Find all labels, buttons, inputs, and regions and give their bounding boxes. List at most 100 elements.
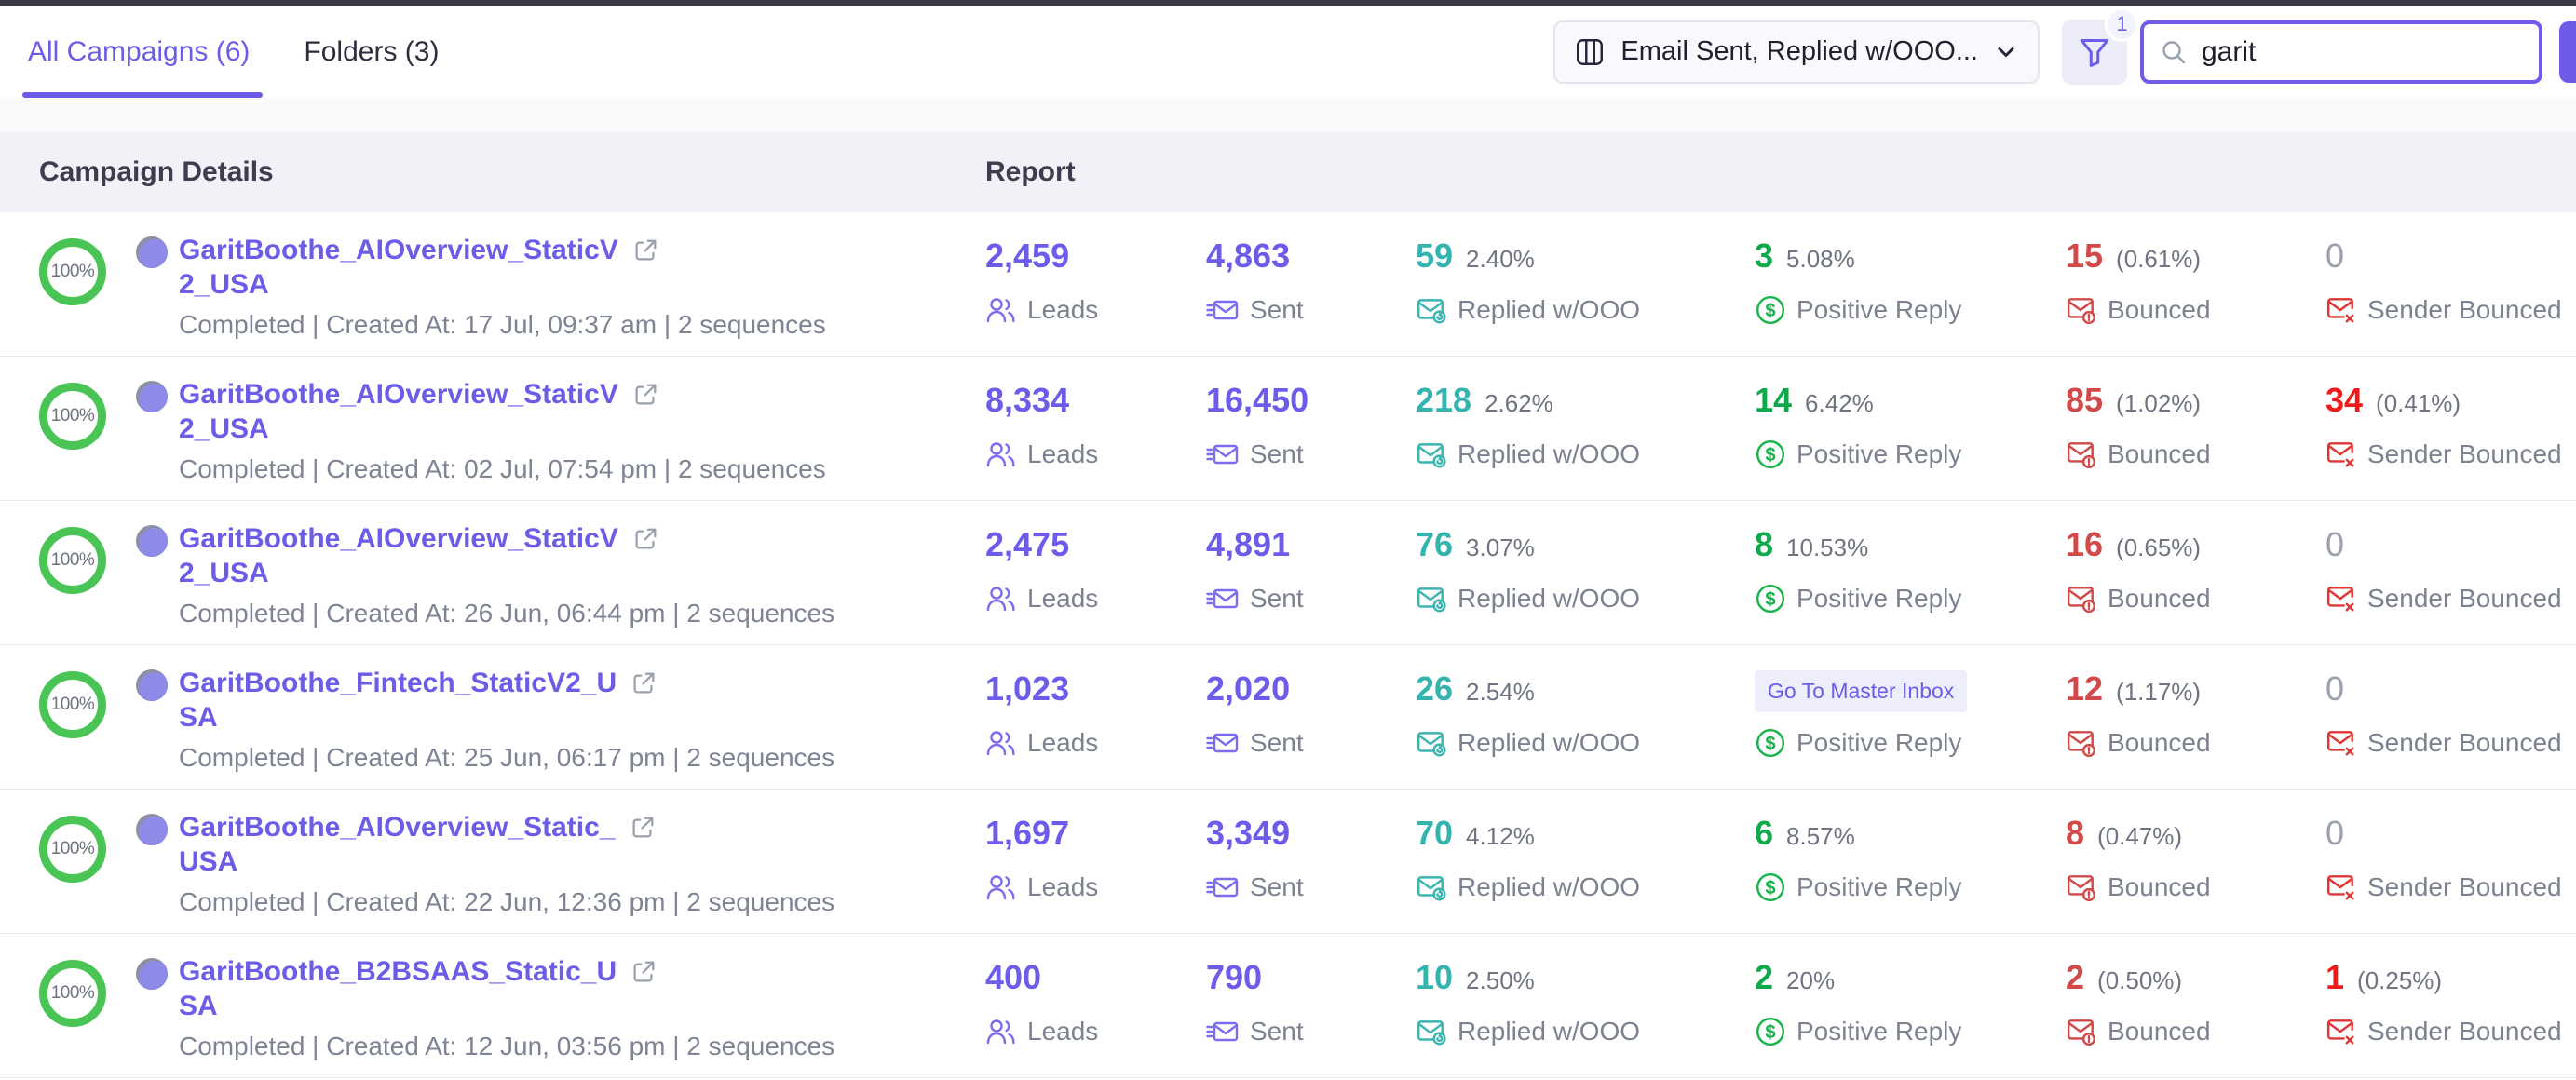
external-link-icon[interactable] (631, 381, 659, 409)
bounced-envelope-icon (2066, 727, 2097, 759)
bounced-envelope-icon (2066, 871, 2097, 903)
leads-count: 8,334 (985, 381, 1069, 420)
metric-sent: 4,891 Sent (1206, 525, 1416, 644)
external-link-icon[interactable] (629, 814, 657, 842)
replied-count: 59 (1416, 236, 1453, 276)
leads-count: 1,023 (985, 669, 1069, 709)
table-row[interactable]: 100% GaritBoothe_B2BSAAS_Static_U SA (0, 934, 2576, 1078)
sender-bounced-envelope-icon (2325, 727, 2357, 759)
table-row[interactable]: 100% GaritBoothe_AIOverview_StaticV 2_U (0, 212, 2576, 357)
campaign-name-link[interactable]: GaritBoothe_Fintech_StaticV2_U (179, 666, 617, 700)
svg-text:$: $ (1765, 589, 1775, 610)
columns-dropdown[interactable]: Email Sent, Replied w/OOO... (1553, 20, 2040, 84)
sender-bounced-envelope-icon (2325, 1016, 2357, 1047)
replied-count: 218 (1416, 381, 1471, 420)
sent-label: Sent (1250, 439, 1304, 469)
external-link-icon[interactable] (631, 525, 659, 553)
leads-icon (985, 1016, 1017, 1047)
metric-sent: 3,349 Sent (1206, 814, 1416, 933)
campaign-name-link-line2[interactable]: SA (179, 700, 218, 735)
campaign-name-link[interactable]: GaritBoothe_AIOverview_StaticV (179, 377, 618, 412)
progress-value: 100% (51, 695, 95, 715)
table-row[interactable]: 100% GaritBoothe_Fintech_StaticV2_U SA (0, 645, 2576, 790)
right-edge-button[interactable] (2559, 21, 2576, 83)
metric-positive-reply: 6 8.57% $ Positive Reply (1755, 814, 2066, 933)
campaign-name-link-line2[interactable]: SA (179, 989, 218, 1023)
campaign-name-link-line2[interactable]: 2_USA (179, 267, 269, 302)
replied-envelope-icon (1416, 1016, 1447, 1047)
external-link-icon[interactable] (630, 958, 658, 986)
tab-folders[interactable]: Folders (3) (304, 6, 439, 98)
replied-envelope-icon (1416, 294, 1447, 326)
metric-sender-bounced: 0 Sender Bounced (2325, 236, 2576, 356)
replied-count: 26 (1416, 669, 1453, 709)
replied-rate: 2.62% (1485, 389, 1553, 418)
external-link-icon[interactable] (630, 669, 658, 697)
svg-text:$: $ (1765, 1022, 1775, 1043)
table-row[interactable]: 100% GaritBoothe_AIOverview_Static_ USA (0, 790, 2576, 934)
campaign-meta: Completed | Created At: 25 Jun, 06:17 pm… (179, 743, 834, 773)
table-row[interactable]: 100% GaritBoothe_AIOverview_StaticV 2_U (0, 357, 2576, 501)
campaign-name-link[interactable]: GaritBoothe_B2BSAAS_Static_U (179, 954, 617, 989)
metric-replied: 70 4.12% Replied w/OOO (1416, 814, 1755, 933)
metric-replied: 26 2.54% Replied w/OOO (1416, 669, 1755, 789)
sent-count: 16,450 (1206, 381, 1308, 420)
metric-replied: 218 2.62% Replied w/OOO (1416, 381, 1755, 500)
leads-label: Leads (1027, 872, 1098, 902)
tab-all-campaigns[interactable]: All Campaigns (6) (28, 6, 250, 98)
table-row[interactable]: 100% GaritBoothe_AIOverview_StaticV 2_U (0, 501, 2576, 645)
sent-envelope-icon (1206, 439, 1240, 470)
metric-leads: 1,023 Leads (985, 669, 1206, 789)
metric-positive-reply: Go To Master Inbox $ Positive Reply (1755, 669, 2066, 789)
progress-ring: 100% (39, 238, 106, 305)
external-link-icon[interactable] (631, 236, 659, 264)
metric-bounced: 85 (1.02%) Bounced (2066, 381, 2325, 500)
positive-reply-count: 2 (1755, 958, 1773, 997)
bounced-envelope-icon (2066, 439, 2097, 470)
campaign-name-link[interactable]: GaritBoothe_AIOverview_StaticV (179, 233, 618, 267)
sent-envelope-icon (1206, 1016, 1240, 1047)
metric-replied: 76 3.07% Replied w/OOO (1416, 525, 1755, 644)
avatar (136, 958, 168, 990)
metric-bounced: 16 (0.65%) Bounced (2066, 525, 2325, 644)
metric-sender-bounced: 1 (0.25%) Sender Bounced (2325, 958, 2576, 1077)
campaign-name-link-line2[interactable]: 2_USA (179, 412, 269, 446)
positive-reply-rate: 20% (1786, 966, 1835, 995)
progress-ring: 100% (39, 816, 106, 883)
table-header-report: Report (985, 156, 2576, 188)
campaign-info: GaritBoothe_B2BSAAS_Static_U SA Complete… (179, 952, 834, 1077)
campaign-name-link-line2[interactable]: USA (179, 844, 237, 879)
go-to-master-inbox-badge[interactable]: Go To Master Inbox (1755, 670, 1967, 712)
campaign-name-link[interactable]: GaritBoothe_AIOverview_Static_ (179, 810, 616, 844)
positive-reply-dollar-icon: $ (1755, 583, 1786, 614)
leads-count: 2,475 (985, 525, 1069, 564)
svg-text:$: $ (1765, 301, 1775, 321)
replied-label: Replied w/OOO (1457, 872, 1640, 902)
filter-button[interactable]: 1 (2062, 20, 2127, 85)
replied-count: 76 (1416, 525, 1453, 564)
metric-positive-reply: 2 20% $ Positive Reply (1755, 958, 2066, 1077)
leads-label: Leads (1027, 439, 1098, 469)
progress-value: 100% (51, 839, 95, 859)
report-metrics: 1,023 Leads 2,020 (985, 645, 2576, 789)
positive-reply-dollar-icon: $ (1755, 1016, 1786, 1047)
sent-label: Sent (1250, 728, 1304, 758)
campaign-name-link[interactable]: GaritBoothe_AIOverview_StaticV (179, 521, 618, 556)
report-metrics: 1,697 Leads 3,349 (985, 790, 2576, 933)
sent-count: 4,863 (1206, 236, 1290, 276)
search-input[interactable] (2200, 35, 2524, 69)
campaign-meta: Completed | Created At: 12 Jun, 03:56 pm… (179, 1032, 834, 1061)
metric-replied: 59 2.40% Replied w/OOO (1416, 236, 1755, 356)
metric-bounced: 12 (1.17%) Bounced (2066, 669, 2325, 789)
bounced-rate: (0.65%) (2116, 533, 2201, 562)
positive-reply-rate: 8.57% (1786, 822, 1855, 851)
campaign-name-link-line2[interactable]: 2_USA (179, 556, 269, 590)
metric-positive-reply: 14 6.42% $ Positive Reply (1755, 381, 2066, 500)
campaign-details-cell: 100% GaritBoothe_AIOverview_Static_ USA (0, 790, 985, 933)
sender-bounced-envelope-icon (2325, 294, 2357, 326)
bounced-label: Bounced (2108, 1017, 2211, 1046)
report-metrics: 2,459 Leads 4,863 (985, 212, 2576, 356)
campaign-info: GaritBoothe_AIOverview_Static_ USA Compl… (179, 808, 834, 933)
svg-text:$: $ (1765, 734, 1775, 754)
sender-bounced-envelope-icon (2325, 439, 2357, 470)
